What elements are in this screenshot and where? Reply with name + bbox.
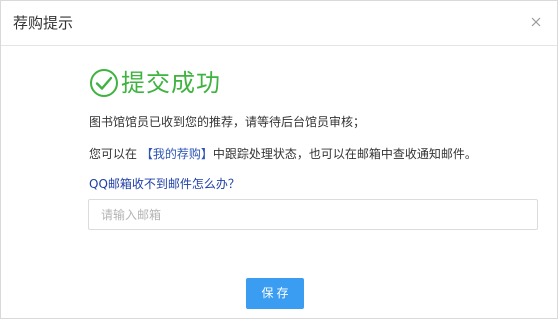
dialog-title: 荐购提示 [13, 14, 74, 32]
success-message: 提交成功 [89, 66, 221, 100]
review-notice: 图书馆馆员已收到您的推荐，请等待后台馆员审核； [89, 115, 366, 129]
tracking-notice-prefix: 您可以在 [89, 147, 141, 161]
tracking-notice-suffix: 中跟踪处理状态，也可以在邮箱中查收通知邮件。 [212, 147, 477, 161]
save-button[interactable]: 保存 [246, 278, 304, 309]
recommend-dialog: 荐购提示 提交成功 图书馆馆员已收到您的推荐，请等待后台馆员审核； 您可以在 【… [0, 0, 558, 319]
tracking-notice: 您可以在 【我的荐购】中跟踪处理状态，也可以在邮箱中查收通知邮件。 [89, 146, 477, 162]
check-circle-icon [89, 68, 119, 98]
email-input[interactable] [88, 199, 538, 230]
my-recommendations-link[interactable]: 【我的荐购】 [141, 147, 213, 161]
dialog-header: 荐购提示 [1, 1, 557, 46]
close-icon[interactable] [529, 14, 543, 28]
success-text: 提交成功 [121, 69, 221, 97]
qq-email-help-link[interactable]: QQ邮箱收不到邮件怎么办？ [89, 176, 240, 192]
dialog-body: 提交成功 图书馆馆员已收到您的推荐，请等待后台馆员审核； 您可以在 【我的荐购】… [1, 46, 557, 318]
